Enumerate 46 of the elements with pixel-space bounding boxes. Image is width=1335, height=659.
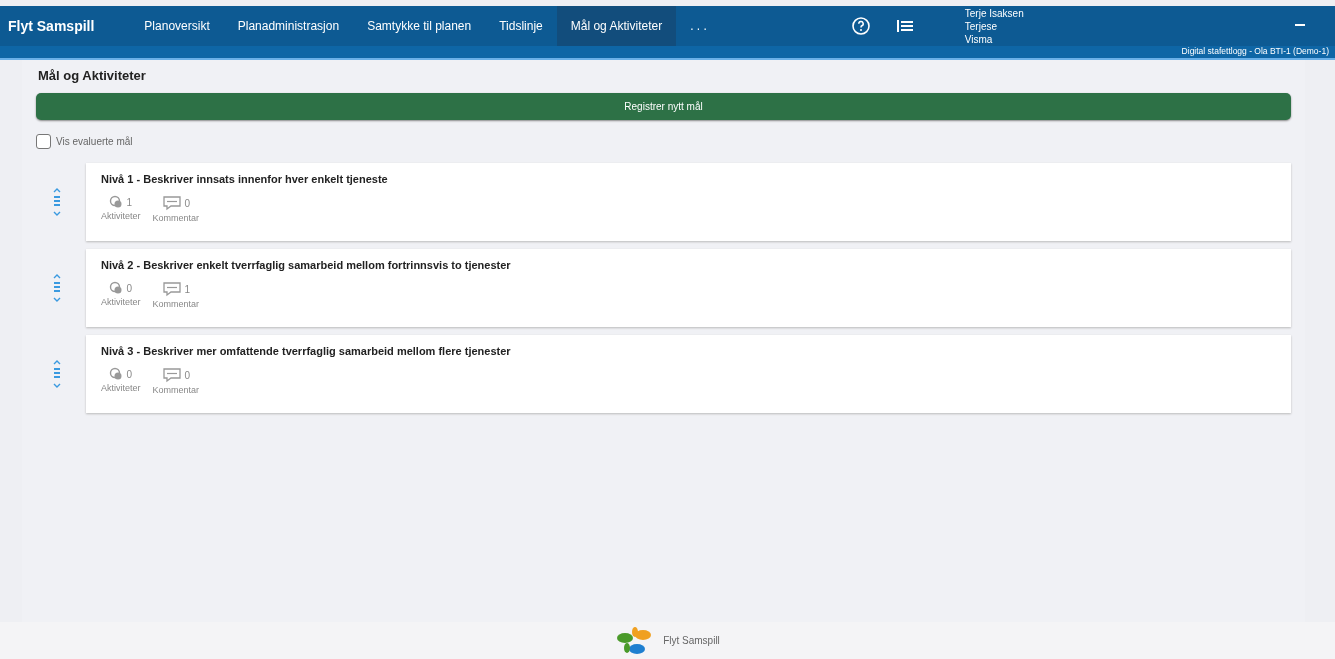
nav-tab[interactable]: Samtykke til planen [353, 6, 486, 46]
help-icon[interactable] [850, 16, 871, 36]
activity-count: 0 [126, 368, 133, 380]
comment-count: 0 [184, 369, 191, 381]
user-info-line: Terjese [964, 19, 999, 33]
activities-label: Aktiviteter [101, 297, 141, 307]
activities-icon [109, 281, 124, 295]
comment-count: 0 [184, 197, 191, 209]
register-goal-button[interactable]: Registrer nytt mål [36, 93, 1291, 120]
nav-tab[interactable]: Tidslinje [485, 6, 557, 46]
goal-card[interactable]: Nivå 3 - Beskriver mer omfattende tverrfaglig samarbeid mellom flere tjenester 0 Aktiviteter 0 Kommentar [86, 335, 1291, 413]
goal-card[interactable]: Nivå 1 - Beskriver innsats innenfor hver enkelt tjeneste 1 Aktiviteter 0 Kommentar [86, 163, 1291, 241]
comment-icon [161, 281, 182, 297]
user-info-line: Terje Isaksen [964, 6, 1025, 20]
caret-icon[interactable] [1295, 24, 1305, 28]
list-icon[interactable] [896, 19, 913, 33]
activities-label: Aktiviteter [101, 211, 141, 221]
goal-title: Nivå 2 - Beskriver enkelt tverrfaglig samarbeid mellom fortrinnsvis to tjenester [101, 259, 512, 271]
activity-count: 0 [126, 282, 133, 294]
comment-icon [161, 367, 182, 383]
activities-label: Aktiviteter [101, 383, 141, 393]
activities-icon [109, 367, 124, 381]
app-title[interactable]: Flyt Samspill [0, 18, 131, 34]
drag-handle-icon[interactable] [52, 273, 62, 303]
goal-title: Nivå 1 - Beskriver innsats innenfor hver enkelt tjeneste [101, 173, 389, 185]
checkbox-label: Vis evaluerte mål [56, 136, 133, 147]
context-text: Digital stafettlogg - Ola BTI-1 (Demo-1) [1181, 46, 1329, 58]
nav-tab[interactable]: Planadministrasjon [223, 6, 354, 46]
user-info-line: Visma [964, 32, 994, 46]
nav-tab[interactable]: Mål og Aktiviteter [556, 6, 677, 46]
nav-tab[interactable]: . . . [676, 6, 721, 46]
drag-handle-icon[interactable] [52, 359, 62, 389]
checkbox[interactable] [36, 134, 51, 149]
activities-icon [109, 195, 124, 209]
goal-title: Nivå 3 - Beskriver mer omfattende tverrfaglig samarbeid mellom flere tjenester [101, 345, 512, 357]
comments-label: Kommentar [152, 213, 200, 223]
footer-brand: Flyt Samspill [663, 635, 720, 646]
goal-card[interactable]: Nivå 2 - Beskriver enkelt tverrfaglig samarbeid mellom fortrinnsvis to tjenester 0 Aktiviteter 1 Kommentar [86, 249, 1291, 327]
comment-icon [161, 195, 182, 211]
comments-label: Kommentar [152, 385, 200, 395]
comments-label: Kommentar [152, 299, 200, 309]
drag-handle-icon[interactable] [52, 187, 62, 217]
nav-tab[interactable]: Planoversikt [130, 6, 224, 46]
comment-count: 1 [184, 283, 191, 295]
activity-count: 1 [126, 196, 133, 208]
page-title: Mål og Aktiviteter [38, 68, 147, 83]
